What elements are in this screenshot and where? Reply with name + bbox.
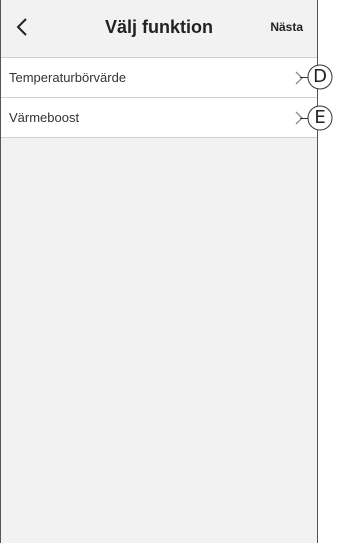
chevron-right-icon (295, 71, 303, 85)
function-item-temperature-setpoint[interactable]: Temperaturbörvärde (1, 58, 317, 98)
callout-e: E (307, 105, 333, 131)
callout-letter-e: E (314, 107, 326, 128)
function-item-label: Värmeboost (9, 110, 80, 125)
callout-letter-d: D (313, 66, 327, 87)
callout-d: D (307, 64, 333, 90)
function-list: Temperaturbörvärde Värmeboost (1, 57, 317, 138)
phone-screen: Välj funktion Nästa Temperaturbörvärde V… (0, 0, 318, 543)
next-button[interactable]: Nästa (270, 20, 303, 34)
top-bar: Välj funktion Nästa (1, 0, 317, 56)
function-item-label: Temperaturbörvärde (9, 70, 127, 85)
function-item-heat-boost[interactable]: Värmeboost (1, 98, 317, 138)
